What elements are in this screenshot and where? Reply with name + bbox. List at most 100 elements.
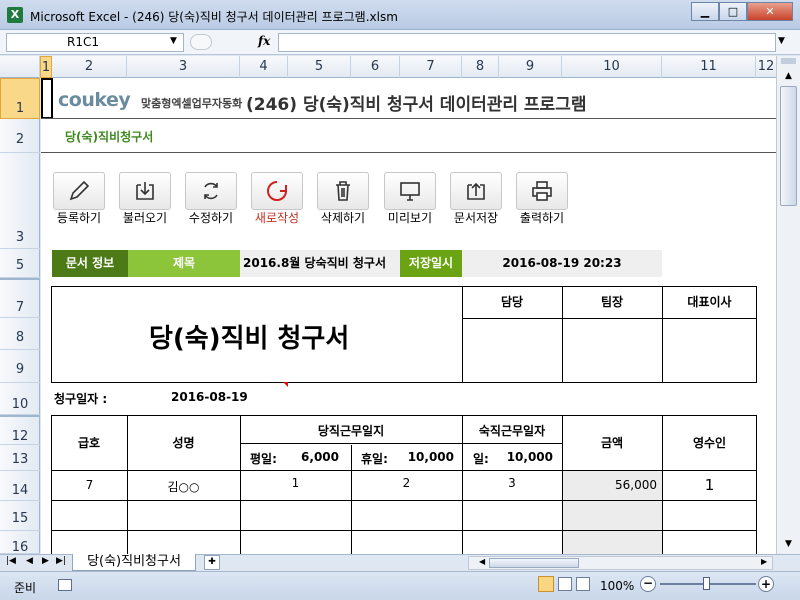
toolbar-button-label: 등록하기 (56, 211, 102, 225)
prev-sheet-icon[interactable]: ◀ (26, 556, 33, 566)
toolbar-button-label: 새로작성 (254, 211, 300, 225)
toolbar-button-1[interactable] (53, 172, 105, 210)
docinfo-saved-value[interactable]: 2016-08-19 20:23 (462, 250, 662, 277)
scroll-down-icon[interactable]: ▼ (779, 536, 798, 552)
cell-receipt[interactable]: 1 (662, 476, 757, 494)
select-all-corner[interactable] (0, 56, 40, 78)
last-sheet-icon[interactable]: ▶| (56, 556, 66, 566)
column-header[interactable]: 6 (351, 56, 400, 78)
insert-sheet-icon[interactable]: ✚ (204, 555, 220, 570)
name-box[interactable]: R1C1 (6, 33, 184, 52)
zoom-slider-thumb[interactable] (703, 577, 710, 590)
zoom-level[interactable]: 100% (600, 579, 634, 593)
sheet-subtitle: 당(숙)직비청구서 (65, 130, 154, 144)
row-header[interactable]: 1 (0, 78, 40, 119)
toolbar-button-4[interactable] (251, 172, 303, 210)
close-button[interactable]: ✕ (747, 2, 793, 21)
sheet-tab-active[interactable]: 당(숙)직비청구서 (72, 554, 196, 571)
excel-app-icon[interactable]: X (7, 7, 23, 23)
column-header[interactable]: 5 (288, 56, 351, 78)
row-header[interactable]: 9 (0, 350, 40, 383)
toolbar-button-label: 출력하기 (519, 211, 565, 225)
cell-night[interactable]: 3 (462, 476, 562, 490)
formula-cancel-icon[interactable] (190, 34, 212, 50)
toolbar-button-6[interactable] (384, 172, 436, 210)
page-layout-icon[interactable] (558, 577, 572, 591)
download-icon (120, 179, 170, 203)
hscroll-thumb[interactable] (489, 558, 579, 568)
zoom-in-icon[interactable]: + (758, 576, 774, 592)
vertical-scrollbar[interactable]: ▲ ▼ (776, 56, 800, 554)
docinfo-title-value[interactable]: 2016.8월 당숙직비 청구서 (240, 250, 400, 277)
table-row[interactable]: 7 김○○ 1 2 3 56,000 1 (52, 471, 757, 500)
docinfo-label: 문서 정보 (52, 250, 128, 277)
monitor-icon (385, 179, 435, 203)
formula-input[interactable] (278, 33, 776, 52)
cell-amount[interactable] (563, 531, 662, 554)
active-cell[interactable] (41, 78, 53, 119)
page-break-icon[interactable] (576, 577, 590, 591)
cell-amount[interactable] (563, 501, 662, 530)
row-header[interactable]: 5 (0, 249, 40, 278)
scroll-right-icon[interactable]: ▶ (761, 557, 767, 566)
row-header[interactable]: 12 (0, 415, 40, 445)
holiday-label: 휴일: (361, 452, 388, 466)
row-header[interactable]: 15 (0, 501, 40, 531)
minimize-button[interactable]: ▁ (691, 2, 719, 21)
toolbar-button-5[interactable] (317, 172, 369, 210)
request-date-label: 청구일자 : (54, 392, 108, 406)
column-header[interactable]: 3 (127, 56, 240, 78)
program-title: (246) 당(숙)직비 청구서 데이터관리 프로그램 (246, 95, 587, 115)
worksheet[interactable]: coukey 맞춤형엑셀업무자동화 (246) 당(숙)직비 청구서 데이터관리… (41, 78, 776, 554)
sheet-tab-bar: |◀ ◀ ▶ ▶| 당(숙)직비청구서 ✚ ◀ ▶ (0, 554, 800, 571)
cell-name[interactable]: 김○○ (127, 478, 240, 495)
request-date-value[interactable]: 2016-08-19 (171, 390, 248, 404)
expand-formula-icon[interactable]: ▼ (778, 36, 785, 46)
night-rate[interactable]: 10,000 (496, 450, 553, 464)
next-sheet-icon[interactable]: ▶ (42, 556, 49, 566)
weekday-rate[interactable]: 6,000 (291, 450, 339, 464)
column-header[interactable]: 1 (40, 56, 52, 78)
column-header[interactable]: 12 (756, 56, 776, 78)
first-sheet-icon[interactable]: |◀ (6, 556, 16, 566)
row-header[interactable]: 10 (0, 383, 40, 415)
column-header[interactable]: 10 (562, 56, 662, 78)
toolbar-button-7[interactable] (450, 172, 502, 210)
approval-label: 팀장 (600, 295, 624, 309)
normal-view-icon[interactable] (538, 576, 554, 592)
row-header[interactable]: 8 (0, 318, 40, 350)
column-header[interactable]: 7 (400, 56, 462, 78)
upload-icon (451, 179, 501, 203)
column-header[interactable]: 9 (499, 56, 562, 78)
maximize-button[interactable]: □ (719, 2, 747, 21)
row-header[interactable]: 13 (0, 445, 40, 471)
macro-record-icon[interactable] (58, 579, 72, 591)
row-header[interactable]: 7 (0, 278, 40, 318)
column-header[interactable]: 8 (462, 56, 499, 78)
row-header[interactable]: 2 (0, 119, 40, 153)
cell-grade[interactable]: 7 (52, 478, 127, 492)
row-header[interactable]: 14 (0, 471, 40, 501)
row-headers: 1 2 3 5 7 8 9 10 12 13 14 15 16 (0, 78, 40, 555)
scroll-up-icon[interactable]: ▲ (779, 68, 798, 84)
column-header[interactable]: 2 (52, 56, 127, 78)
scroll-left-icon[interactable]: ◀ (479, 557, 485, 566)
toolbar-button-3[interactable] (185, 172, 237, 210)
header-name: 성명 (172, 436, 195, 450)
row-header[interactable]: 3 (0, 153, 40, 249)
holiday-rate[interactable]: 10,000 (396, 450, 454, 464)
toolbar-button-2[interactable] (119, 172, 171, 210)
scroll-thumb[interactable] (780, 86, 797, 206)
toolbar-button-label: 문서저장 (453, 211, 499, 225)
toolbar-button-8[interactable] (516, 172, 568, 210)
chevron-down-icon[interactable]: ▼ (170, 36, 177, 46)
cell-holiday[interactable]: 2 (351, 476, 462, 490)
split-box[interactable] (781, 58, 796, 64)
column-header[interactable]: 4 (240, 56, 288, 78)
cell-weekday[interactable]: 1 (240, 476, 351, 490)
insert-function-icon[interactable]: fx (258, 34, 270, 48)
column-header[interactable]: 11 (662, 56, 756, 78)
zoom-out-icon[interactable]: − (640, 576, 656, 592)
row-header[interactable]: 16 (0, 531, 40, 555)
horizontal-scrollbar[interactable]: ◀ ▶ (468, 556, 773, 570)
